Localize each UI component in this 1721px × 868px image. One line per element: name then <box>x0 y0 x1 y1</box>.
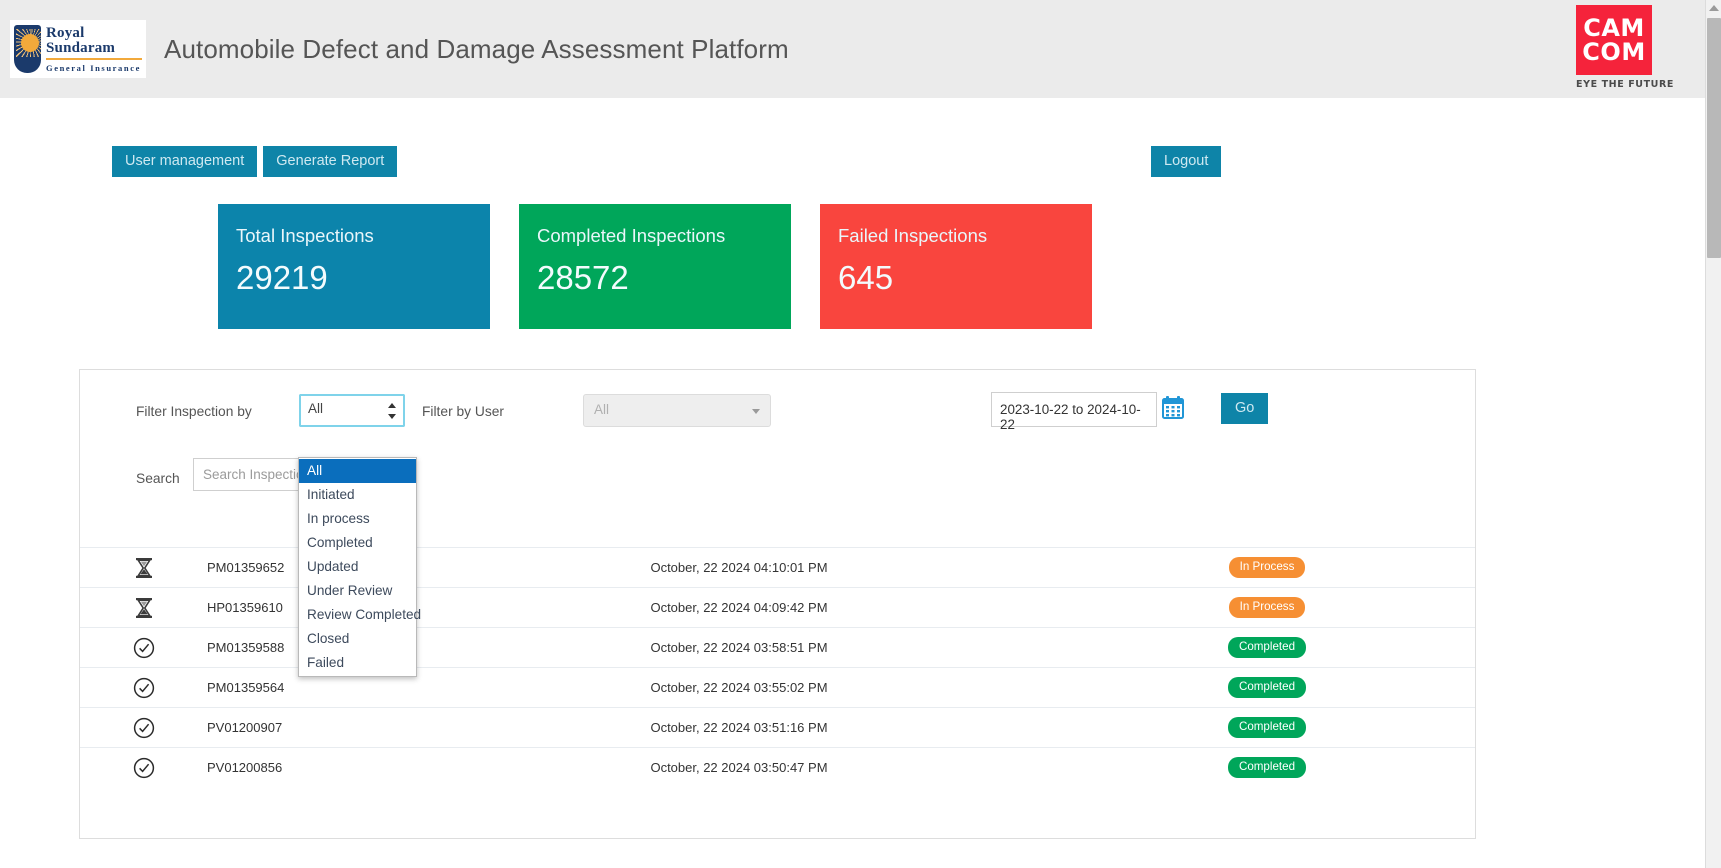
camcom-line1: CAM <box>1583 13 1645 42</box>
chevron-down-icon <box>752 409 760 414</box>
updown-caret-icon <box>387 403 396 419</box>
action-button-row: User management Generate Report <box>112 146 398 177</box>
table-row[interactable]: PM01359588 October, 22 2024 03:58:51 PM … <box>80 627 1475 667</box>
inspection-timestamp: October, 22 2024 03:51:16 PM <box>650 720 828 735</box>
inspections-table: PM01359652 October, 22 2024 04:10:01 PM … <box>80 547 1475 787</box>
inspection-timestamp: October, 22 2024 03:58:51 PM <box>650 640 828 655</box>
scroll-up-arrow-icon[interactable] <box>1709 5 1719 11</box>
logout-button[interactable]: Logout <box>1151 146 1222 177</box>
dropdown-option-all[interactable]: All <box>299 459 416 483</box>
inspections-panel: Filter Inspection by All Filter by User … <box>79 369 1476 839</box>
check-circle-icon <box>80 677 207 699</box>
user-management-button[interactable]: User management <box>112 146 258 177</box>
hourglass-icon <box>80 597 207 619</box>
table-row[interactable]: PM01359652 October, 22 2024 04:10:01 PM … <box>80 547 1475 587</box>
camcom-mark: CAM COM <box>1576 5 1652 75</box>
page-scrollbar[interactable] <box>1705 0 1721 868</box>
generate-report-button[interactable]: Generate Report <box>263 146 398 177</box>
stat-card-total-inspections: Total Inspections 29219 <box>218 204 490 329</box>
status-badge: In Process <box>1228 597 1306 618</box>
stat-card-value: 645 <box>838 259 894 296</box>
check-circle-icon <box>80 717 207 739</box>
dropdown-option-under-review[interactable]: Under Review <box>299 579 416 603</box>
filter-row: Filter Inspection by All Filter by User … <box>80 370 1475 491</box>
inspection-timestamp: October, 22 2024 03:55:02 PM <box>650 680 828 695</box>
inspection-timestamp: October, 22 2024 04:10:01 PM <box>650 560 828 575</box>
filter-user-selected-value: All <box>594 402 610 417</box>
dropdown-option-failed[interactable]: Failed <box>299 651 416 675</box>
date-range-input[interactable]: 2023-10-22 to 2024-10-22 <box>991 392 1157 432</box>
filter-inspection-label: Filter Inspection by <box>136 404 252 419</box>
camcom-logo: CAM COM EYE THE FUTURE <box>1576 5 1674 90</box>
dropdown-option-in-process[interactable]: In process <box>299 507 416 531</box>
inspection-timestamp: October, 22 2024 04:09:42 PM <box>650 600 828 615</box>
table-row[interactable]: HP01359610 October, 22 2024 04:09:42 PM … <box>80 587 1475 627</box>
inspection-id: PV01200856 <box>207 760 283 775</box>
calendar-icon[interactable] <box>1162 396 1184 419</box>
stat-card-title: Total Inspections <box>236 225 374 246</box>
check-circle-icon <box>80 757 207 779</box>
camcom-line2: COM <box>1582 38 1646 66</box>
stat-card-title: Completed Inspections <box>537 225 726 246</box>
stat-card-failed-inspections: Failed Inspections 645 <box>820 204 1092 329</box>
brand-name: Royal Sundaram <box>46 25 142 60</box>
status-badge: Completed <box>1227 717 1307 738</box>
filter-user-label: Filter by User <box>422 404 505 419</box>
dropdown-option-review-completed[interactable]: Review Completed <box>299 603 421 627</box>
table-row[interactable]: PV01200856 October, 22 2024 03:50:47 PM … <box>80 747 1475 787</box>
search-label: Search <box>136 471 180 486</box>
check-circle-icon <box>80 637 207 659</box>
inspection-timestamp: October, 22 2024 03:50:47 PM <box>650 760 828 775</box>
brand-subtitle: General Insurance <box>46 62 141 73</box>
table-row[interactable]: PM01359564 October, 22 2024 03:55:02 PM … <box>80 667 1475 707</box>
go-button[interactable]: Go <box>1221 393 1269 424</box>
stat-card-value: 28572 <box>537 259 629 296</box>
inspection-id: PV01200907 <box>207 720 283 735</box>
shield-icon <box>14 25 41 73</box>
stat-card-row: Total Inspections 29219 Completed Inspec… <box>218 204 1092 329</box>
filter-inspection-selected-value: All <box>308 401 324 416</box>
dropdown-option-closed[interactable]: Closed <box>299 627 416 651</box>
table-row[interactable]: PV01200907 October, 22 2024 03:51:16 PM … <box>80 707 1475 747</box>
page-title: Automobile Defect and Damage Assessment … <box>164 33 789 64</box>
inspection-id: PM01359564 <box>207 680 285 695</box>
hourglass-icon <box>80 557 207 579</box>
dropdown-option-completed[interactable]: Completed <box>299 531 416 555</box>
stat-card-value: 29219 <box>236 259 328 296</box>
filter-inspection-dropdown[interactable]: All Initiated In process Completed Updat… <box>298 457 421 677</box>
royal-sundaram-logo: Royal Sundaram General Insurance <box>10 20 146 78</box>
status-badge: In Process <box>1228 557 1306 578</box>
status-badge: Completed <box>1227 637 1307 658</box>
scrollbar-thumb[interactable] <box>1707 18 1721 258</box>
status-badge: Completed <box>1227 677 1307 698</box>
filter-inspection-select[interactable]: All <box>299 394 405 427</box>
filter-user-select[interactable]: All <box>583 394 771 427</box>
status-badge: Completed <box>1227 757 1307 778</box>
dropdown-option-updated[interactable]: Updated <box>299 555 416 579</box>
camcom-tagline: EYE THE FUTURE <box>1576 79 1674 90</box>
stat-card-completed-inspections: Completed Inspections 28572 <box>519 204 791 329</box>
app-header: Royal Sundaram General Insurance Automob… <box>0 0 1705 98</box>
stat-card-title: Failed Inspections <box>838 225 988 246</box>
dropdown-option-initiated[interactable]: Initiated <box>299 483 416 507</box>
